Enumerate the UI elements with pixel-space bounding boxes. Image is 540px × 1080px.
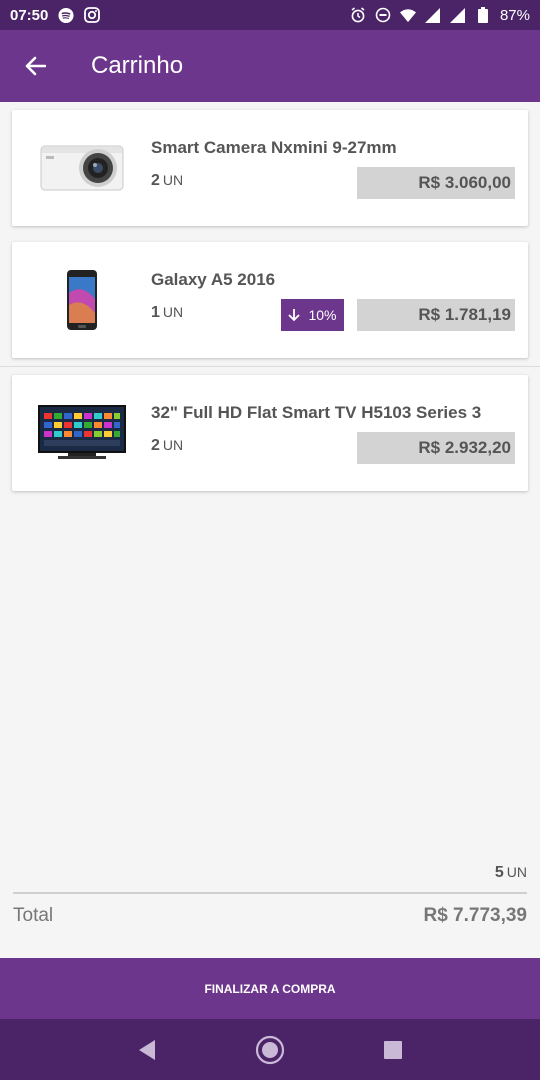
square-recents-icon bbox=[384, 1040, 403, 1059]
instagram-icon bbox=[84, 7, 101, 23]
spotify-icon bbox=[58, 7, 74, 23]
product-name: Galaxy A5 2016 bbox=[151, 270, 276, 289]
checkout-button[interactable]: FINALIZAR A COMPRA bbox=[0, 958, 540, 1019]
product-name: 32" Full HD Flat Smart TV H5103 Series 3 bbox=[151, 403, 482, 422]
discount-value: 10% bbox=[308, 307, 337, 323]
total-divider bbox=[13, 892, 527, 894]
product-image-phone bbox=[32, 262, 132, 338]
signal-icon bbox=[450, 7, 466, 23]
product-quantity: 1 UN bbox=[151, 304, 184, 321]
product-price: R$ 3.060,00 bbox=[357, 167, 515, 199]
battery-icon bbox=[475, 7, 491, 23]
app-bar: Carrinho bbox=[0, 30, 540, 102]
page-title: Carrinho bbox=[91, 52, 184, 79]
arrow-down-icon bbox=[288, 309, 301, 322]
cart-item[interactable]: Galaxy A5 2016 1 UN 10% R$ 1.781,19 bbox=[12, 242, 528, 358]
product-quantity: 2 UN bbox=[151, 172, 184, 189]
signal-icon bbox=[425, 7, 441, 23]
back-button[interactable] bbox=[0, 30, 70, 102]
product-image-camera bbox=[32, 130, 132, 206]
wifi-icon bbox=[399, 7, 416, 23]
product-quantity: 2 UN bbox=[151, 437, 184, 454]
status-time: 07:50 bbox=[10, 6, 49, 24]
system-nav-bar bbox=[0, 1019, 540, 1080]
total-value: R$ 7.773,39 bbox=[423, 905, 527, 926]
divider bbox=[0, 366, 540, 367]
circle-home-icon bbox=[255, 1035, 285, 1064]
cart-item[interactable]: 32" Full HD Flat Smart TV H5103 Series 3… bbox=[12, 375, 528, 491]
product-price: R$ 1.781,19 bbox=[357, 299, 515, 331]
nav-back-button[interactable] bbox=[127, 1030, 167, 1070]
triangle-back-icon bbox=[138, 1039, 155, 1060]
total-label: Total bbox=[13, 905, 54, 926]
alarm-icon bbox=[350, 7, 366, 23]
nav-recents-button[interactable] bbox=[373, 1030, 413, 1070]
product-image-tv bbox=[32, 395, 132, 471]
cart-item[interactable]: Smart Camera Nxmini 9-27mm 2 UN R$ 3.060,… bbox=[12, 110, 528, 226]
battery-percent: 87% bbox=[499, 6, 530, 24]
discount-badge: 10% bbox=[281, 299, 344, 331]
arrow-left-icon bbox=[25, 56, 46, 76]
total-units: 5 UN bbox=[494, 864, 527, 881]
do-not-disturb-icon bbox=[375, 7, 391, 23]
nav-home-button[interactable] bbox=[250, 1030, 290, 1070]
product-name: Smart Camera Nxmini 9-27mm bbox=[151, 138, 397, 157]
product-price: R$ 2.932,20 bbox=[357, 432, 515, 464]
status-bar: 07:50 87% bbox=[0, 0, 540, 30]
